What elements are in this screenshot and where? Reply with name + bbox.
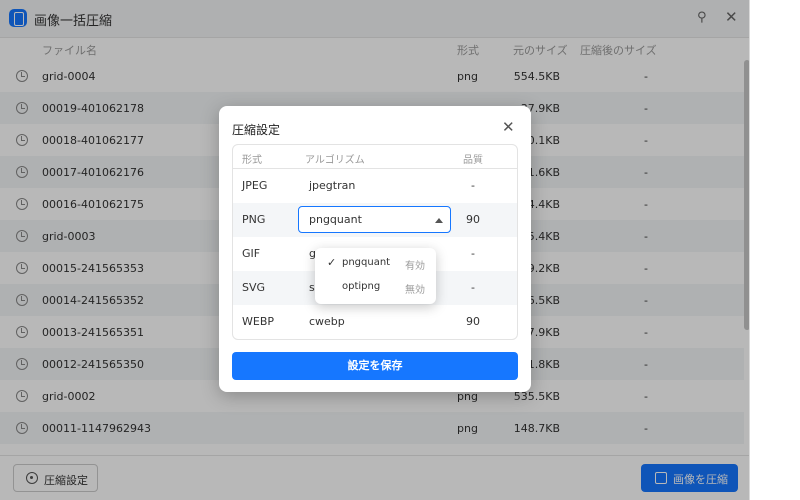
settings-row-webp: WEBP cwebp 90 [233,305,517,339]
option-name: optipng [342,281,381,292]
save-settings-button[interactable]: 設定を保存 [232,352,518,380]
algorithm-select[interactable]: pngquant [298,206,451,233]
header-quality: 品質 [463,155,483,166]
algorithm-dropdown-menu: ✓ pngquant 有効 optipng 無効 [315,248,436,304]
option-name: pngquant [342,257,391,268]
dialog-title: 圧縮設定 [232,123,281,137]
option-status: 無効 [405,285,425,296]
settings-table-header: 形式 アルゴリズム 品質 [233,145,517,169]
settings-table: 形式 アルゴリズム 品質 JPEG jpegtran - PNG pngquan… [232,144,518,340]
quality-value: - [471,281,475,294]
chevron-up-icon [435,218,443,223]
settings-row-jpeg: JPEG jpegtran - [233,169,517,203]
quality-value: - [471,247,475,260]
format-label: SVG [242,281,266,294]
dropdown-option-pngquant[interactable]: ✓ pngquant 有効 [315,252,436,276]
algorithm-value[interactable]: jpegtran [309,179,355,192]
algorithm-value[interactable]: cwebp [309,315,345,328]
algorithm-value[interactable]: s [309,281,315,294]
quality-value: - [471,179,475,192]
option-status: 有効 [405,261,425,272]
check-icon: ✓ [327,256,337,269]
settings-row-png: PNG pngquant 90 [233,203,517,237]
header-format: 形式 [242,155,262,166]
format-label: GIF [242,247,261,260]
format-label: PNG [242,213,266,226]
close-icon[interactable]: ✕ [502,120,516,135]
dropdown-option-optipng[interactable]: optipng 無効 [315,276,436,300]
quality-value[interactable]: 90 [463,213,483,226]
algorithm-select-value: pngquant [309,213,362,226]
header-algorithm: アルゴリズム [305,155,365,166]
app-window: 画像一括圧縮 ⚲ ✕ ファイル名 形式 元のサイズ 圧縮後のサイズ grid-0… [0,0,750,500]
quality-value[interactable]: 90 [463,315,483,328]
format-label: JPEG [242,179,268,192]
format-label: WEBP [242,315,275,328]
